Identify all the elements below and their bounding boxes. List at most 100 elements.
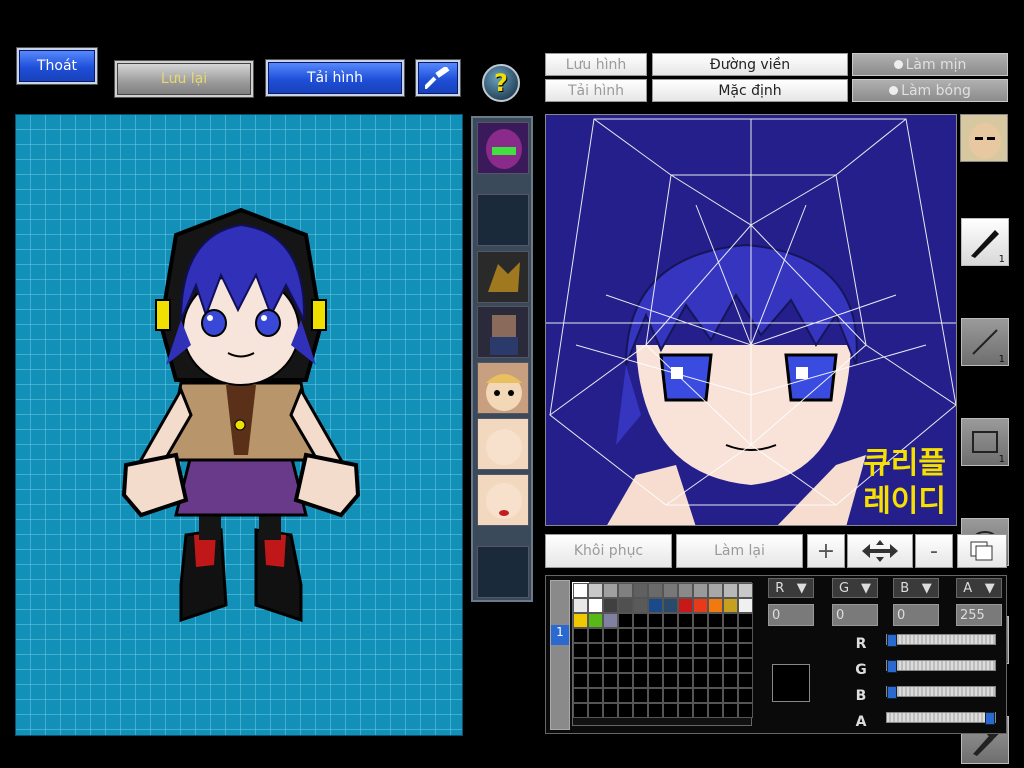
palette-swatch[interactable] (648, 703, 663, 718)
palette-swatch[interactable] (708, 643, 723, 658)
palette-swatch[interactable] (618, 643, 633, 658)
palette-swatch[interactable] (633, 703, 648, 718)
palette-swatch[interactable] (738, 703, 753, 718)
palette-swatch[interactable] (648, 598, 663, 613)
palette-swatch[interactable] (618, 673, 633, 688)
palette-swatch[interactable] (603, 613, 618, 628)
palette-swatch[interactable] (693, 598, 708, 613)
palette-swatch[interactable] (708, 598, 723, 613)
palette-swatch[interactable] (588, 613, 603, 628)
palette-swatch[interactable] (603, 643, 618, 658)
load-button[interactable]: Tải hình (266, 60, 404, 96)
palette-swatch[interactable] (618, 598, 633, 613)
palette-swatch[interactable] (588, 688, 603, 703)
palette-swatch[interactable] (663, 643, 678, 658)
palette-swatch[interactable] (588, 598, 603, 613)
palette-swatch[interactable] (648, 658, 663, 673)
palette-swatch[interactable] (648, 688, 663, 703)
palette-swatch[interactable] (573, 643, 588, 658)
palette-swatch[interactable] (678, 598, 693, 613)
palette-swatch[interactable] (708, 613, 723, 628)
palette-swatch[interactable] (678, 703, 693, 718)
pen-tool[interactable]: 1 (961, 218, 1009, 266)
palette-swatch[interactable] (603, 688, 618, 703)
blue-value-input[interactable]: 0 (893, 604, 939, 626)
palette-swatch[interactable] (723, 673, 738, 688)
palette-swatch[interactable] (648, 628, 663, 643)
palette-swatch[interactable] (633, 613, 648, 628)
palette-swatch[interactable] (738, 598, 753, 613)
palette-swatch[interactable] (618, 688, 633, 703)
palette-swatch[interactable] (633, 688, 648, 703)
palette-swatch[interactable] (723, 703, 738, 718)
palette-swatch[interactable] (618, 613, 633, 628)
smooth-toggle[interactable]: Làm mịn (852, 53, 1008, 76)
red-channel-label[interactable]: R ▼ (768, 578, 814, 598)
palette-swatch[interactable] (678, 613, 693, 628)
palette-swatch[interactable] (618, 658, 633, 673)
hammer-button[interactable] (416, 60, 460, 96)
palette-swatch[interactable] (663, 673, 678, 688)
palette-swatch[interactable] (738, 643, 753, 658)
palette-swatch[interactable] (678, 658, 693, 673)
palette-swatch[interactable] (618, 628, 633, 643)
palette-swatch[interactable] (618, 703, 633, 718)
palette-swatch[interactable] (648, 643, 663, 658)
palette-swatch[interactable] (738, 688, 753, 703)
green-value-input[interactable]: 0 (832, 604, 878, 626)
restore-button[interactable]: Khôi phục (545, 534, 672, 568)
palette-swatch[interactable] (663, 658, 678, 673)
parts-list[interactable] (471, 116, 533, 602)
palette-swatch[interactable] (588, 583, 603, 598)
palette-swatch[interactable] (633, 598, 648, 613)
green-slider-knob[interactable] (887, 660, 897, 673)
palette-swatch[interactable] (723, 688, 738, 703)
green-channel-label[interactable]: G ▼ (832, 578, 878, 598)
alpha-slider-knob[interactable] (985, 712, 995, 725)
empty-slot-1[interactable] (477, 194, 529, 246)
palette-swatch[interactable] (678, 628, 693, 643)
palette-swatch[interactable] (603, 703, 618, 718)
red-slider[interactable] (886, 634, 996, 647)
avatar[interactable] (960, 114, 1008, 162)
palette-swatch[interactable] (723, 583, 738, 598)
palette-swatch[interactable] (708, 583, 723, 598)
default-button[interactable]: Mặc định (652, 79, 848, 102)
palette-swatch[interactable] (588, 703, 603, 718)
palette-swatch[interactable] (693, 628, 708, 643)
palette-swatch[interactable] (693, 643, 708, 658)
palette-swatch[interactable] (573, 688, 588, 703)
empty-slot-2[interactable] (477, 546, 529, 598)
palette-swatch[interactable] (738, 673, 753, 688)
save-image-button[interactable]: Lưu hình (545, 53, 647, 76)
palette-swatch[interactable] (693, 613, 708, 628)
face-icon[interactable] (477, 362, 529, 414)
alpha-value-input[interactable]: 255 (956, 604, 1002, 626)
palette-swatch[interactable] (708, 628, 723, 643)
palette-swatch[interactable] (678, 688, 693, 703)
alpha-channel-label[interactable]: A ▼ (956, 578, 1002, 598)
palette-swatch[interactable] (603, 673, 618, 688)
palette-swatch[interactable] (573, 703, 588, 718)
red-value-input[interactable]: 0 (768, 604, 814, 626)
blue-slider[interactable] (886, 686, 996, 699)
palette-swatch[interactable] (678, 643, 693, 658)
palette-swatch[interactable] (633, 643, 648, 658)
palette-swatch[interactable] (693, 688, 708, 703)
palette-swatch[interactable] (723, 658, 738, 673)
palette-swatch[interactable] (663, 613, 678, 628)
glossy-toggle[interactable]: Làm bóng (852, 79, 1008, 102)
palette-swatch[interactable] (678, 673, 693, 688)
color-palette[interactable] (572, 582, 753, 726)
palette-swatch[interactable] (693, 703, 708, 718)
palette-swatch[interactable] (708, 673, 723, 688)
outfit-icon[interactable] (477, 306, 529, 358)
palette-swatch[interactable] (588, 628, 603, 643)
palette-swatch[interactable] (588, 673, 603, 688)
drawing-canvas[interactable]: 큐리플 레이디 (545, 114, 957, 526)
save-button[interactable]: Lưu lại (115, 61, 253, 97)
palette-swatch[interactable] (663, 628, 678, 643)
palette-swatch[interactable] (678, 583, 693, 598)
palette-swatch[interactable] (708, 703, 723, 718)
exit-button[interactable]: Thoát (17, 48, 97, 84)
